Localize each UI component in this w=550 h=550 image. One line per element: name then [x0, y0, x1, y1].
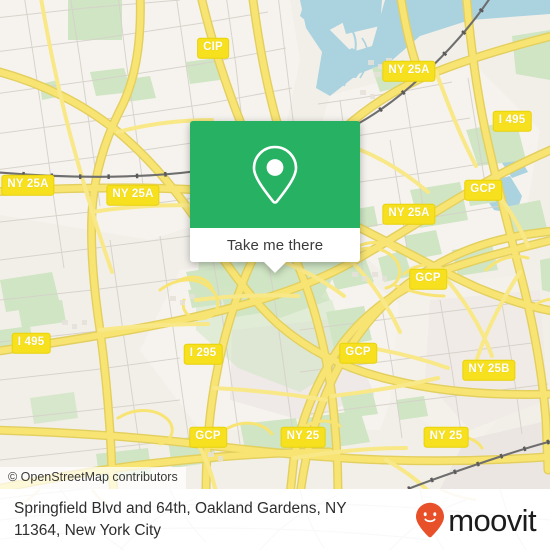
highway-shield: NY 25A	[106, 184, 160, 206]
osm-attribution[interactable]: © OpenStreetMap contributors	[0, 467, 186, 489]
location-address: Springfield Blvd and 64th, Oakland Garde…	[14, 500, 347, 539]
moovit-smiley-pin-icon	[416, 502, 445, 537]
highway-shield: GCP	[339, 342, 377, 364]
highway-shield: GCP	[189, 426, 227, 448]
highway-shield: I 295	[183, 343, 223, 365]
take-me-there-button[interactable]: Take me there	[190, 228, 360, 262]
highway-shield: CIP	[197, 37, 229, 59]
callout-tail-pointer	[264, 262, 286, 273]
highway-shield: NY 25B	[462, 359, 516, 381]
highway-shield: GCP	[464, 179, 502, 201]
highway-shield: NY 25	[280, 426, 326, 448]
highway-shield: I 495	[492, 110, 532, 132]
map-screenshot: CIP NY 25A I 495 NY 25A NY 25A NY 25A GCP GCP I …	[0, 0, 550, 550]
highway-shield: I 495	[11, 332, 51, 354]
map-canvas[interactable]: CIP NY 25A I 495 NY 25A NY 25A NY 25A GCP GCP I …	[0, 0, 550, 489]
take-me-there-label: Take me there	[226, 236, 324, 254]
highway-shield: NY 25A	[382, 203, 436, 225]
map-pin-icon	[252, 145, 298, 204]
callout-pin-panel	[190, 121, 360, 228]
highway-shield: GCP	[409, 268, 447, 290]
highway-shield: NY 25A	[382, 60, 436, 82]
footer-bar: Springfield Blvd and 64th, Oakland Garde…	[0, 489, 550, 550]
moovit-wordmark: moovit	[448, 503, 536, 538]
moovit-logo[interactable]: moovit	[415, 502, 537, 538]
location-callout-card[interactable]: Take me there	[190, 121, 360, 273]
highway-shield: NY 25	[423, 426, 469, 448]
highway-shield: NY 25A	[1, 174, 55, 196]
